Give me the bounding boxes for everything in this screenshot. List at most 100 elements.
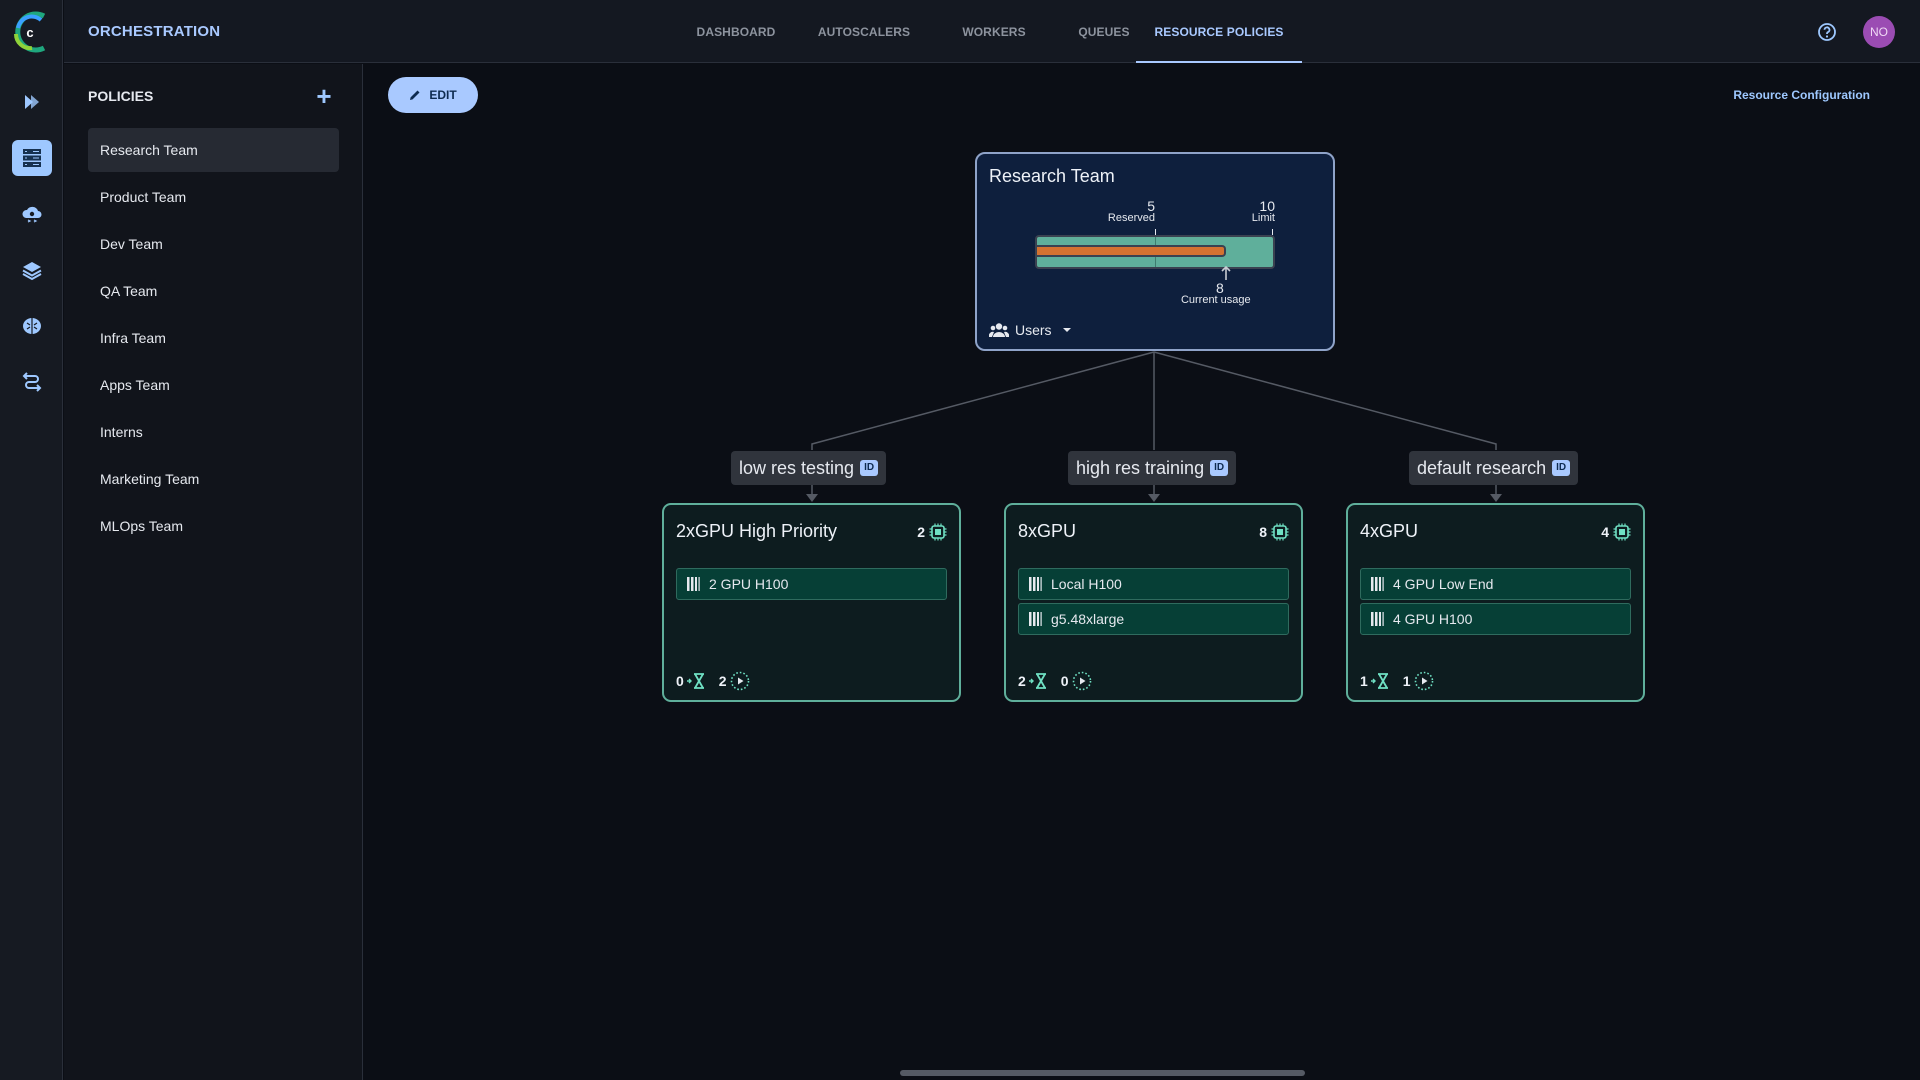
pool-name: 2 GPU H100 [709,576,789,592]
resource-pool-item[interactable]: 2 GPU H100 [676,568,947,600]
routes-icon [22,372,42,392]
svg-text:c: c [26,25,33,40]
pending-stat: 0 [676,673,707,689]
profile-stats: 0 2 [676,671,750,691]
users-dropdown[interactable]: Users [989,322,1072,338]
gpu-chip-icon [929,523,947,541]
tab-workers[interactable]: WORKERS [944,0,1044,63]
tab-autoscalers[interactable]: AUTOSCALERS [809,0,919,63]
pool-bars-icon [1029,612,1042,626]
resource-profile-card[interactable]: 8xGPU 8 Local H100 g5.48xlarge 2 0 [1004,503,1303,702]
usage-gauge [1035,235,1275,269]
gpu-count: 4 [1601,523,1631,541]
pending-stat: 2 [1018,673,1049,689]
rail-expand-button[interactable] [12,84,52,120]
queue-label-default-research[interactable]: default research ID [1409,451,1579,485]
clearml-logo-icon[interactable]: c [8,8,52,56]
pending-hourglass-icon [1370,673,1388,689]
policy-item-apps-team[interactable]: Apps Team [88,363,339,407]
profile-stats: 2 0 [1018,671,1092,691]
policies-panel: POLICIES + Research Team Product Team De… [64,64,363,1080]
limit-tick [1272,229,1273,235]
policy-item-dev-team[interactable]: Dev Team [88,222,339,266]
profile-stats: 1 1 [1360,671,1434,691]
policy-list: Research Team Product Team Dev Team QA T… [88,128,339,551]
rail-cloud-button[interactable] [12,196,52,232]
add-policy-button[interactable]: + [312,83,336,109]
running-play-icon [1414,671,1433,691]
user-avatar[interactable]: NO [1863,16,1895,48]
pool-bars-icon [1371,612,1384,626]
policy-item-marketing-team[interactable]: Marketing Team [88,457,339,501]
queue-id-badge[interactable]: ID [860,460,879,476]
pool-bars-icon [1371,577,1384,591]
policy-item-research-team[interactable]: Research Team [88,128,339,172]
running-play-icon [730,671,749,691]
queue-label-high-res-training[interactable]: high res training ID [1068,451,1237,485]
root-policy-node[interactable]: Research Team 5 Reserved 10 Limit 8 Curr… [975,152,1335,351]
profile-name: 4xGPU [1360,521,1419,541]
rail-models-button[interactable] [12,308,52,344]
policy-item-interns[interactable]: Interns [88,410,339,454]
tab-dashboard[interactable]: DASHBOARD [686,0,786,63]
policy-item-infra-team[interactable]: Infra Team [88,316,339,360]
app-title: ORCHESTRATION [88,23,221,40]
pool-name: g5.48xlarge [1051,611,1125,627]
resource-pool-list: 2 GPU H100 [676,568,947,603]
current-usage-label: 8 Current usage [1156,281,1276,306]
horizontal-scrollbar[interactable] [900,1070,1305,1076]
pool-name: Local H100 [1051,576,1122,592]
policy-item-product-team[interactable]: Product Team [88,175,339,219]
queue-name: low res testing [739,457,855,478]
queue-name: default research [1417,457,1547,478]
queue-label-low-res-testing[interactable]: low res testing ID [731,451,887,485]
reserved-value: 5 [1147,198,1155,214]
users-label: Users [1015,322,1052,338]
tab-resource-policies[interactable]: RESOURCE POLICIES [1136,0,1302,63]
chevron-forward-icon [25,95,39,109]
pool-bars-icon [687,577,700,591]
policies-heading: POLICIES [88,88,154,104]
queue-name: high res training [1076,457,1205,478]
pending-hourglass-icon [1028,673,1046,689]
pool-name: 4 GPU H100 [1393,611,1473,627]
rail-orchestration-button[interactable] [12,140,52,176]
resource-profile-card[interactable]: 2xGPU High Priority 2 2 GPU H100 0 2 [662,503,961,702]
users-group-icon [989,323,1009,337]
policy-item-qa-team[interactable]: QA Team [88,269,339,313]
resource-pool-item[interactable]: 4 GPU Low End [1360,568,1631,600]
app-rail: c [0,0,63,1080]
profile-name: 8xGPU [1018,521,1077,541]
queue-id-badge[interactable]: ID [1552,460,1571,476]
top-bar: ORCHESTRATION DASHBOARD AUTOSCALERS WORK… [64,0,1920,63]
resource-pool-item[interactable]: Local H100 [1018,568,1289,600]
resource-profile-card[interactable]: 4xGPU 4 4 GPU Low End 4 GPU H100 1 1 [1346,503,1645,702]
queue-id-badge[interactable]: ID [1210,460,1229,476]
pool-bars-icon [1029,577,1042,591]
resource-pool-list: Local H100 g5.48xlarge [1018,568,1289,638]
profile-name: 2xGPU High Priority [676,521,838,541]
connector-low-res-testing [811,351,1155,450]
limit-label: 10 Limit [1215,198,1275,224]
resource-pool-item[interactable]: 4 GPU H100 [1360,603,1631,635]
help-icon[interactable] [1817,22,1837,42]
rail-datasets-button[interactable] [12,252,52,288]
layers-icon [22,262,42,281]
usage-arrow-icon [1221,266,1231,280]
running-stat: 1 [1403,671,1434,691]
gpu-count: 8 [1259,523,1289,541]
resource-pool-item[interactable]: g5.48xlarge [1018,603,1289,635]
arrow-head [1148,494,1160,502]
rail-pipelines-button[interactable] [12,364,52,400]
resource-pool-list: 4 GPU Low End 4 GPU H100 [1360,568,1631,638]
reserved-label: 5 Reserved [1095,198,1155,224]
limit-value: 10 [1259,198,1275,214]
running-stat: 0 [1061,671,1092,691]
policy-item-mlops-team[interactable]: MLOps Team [88,504,339,548]
gpu-chip-icon [1271,523,1289,541]
policy-canvas: EDIT Resource Configuration Research Tea… [364,64,1920,1080]
cloud-gear-icon [22,206,42,223]
arrow-head [806,494,818,502]
brain-icon [23,318,41,334]
server-rack-icon [23,149,41,167]
